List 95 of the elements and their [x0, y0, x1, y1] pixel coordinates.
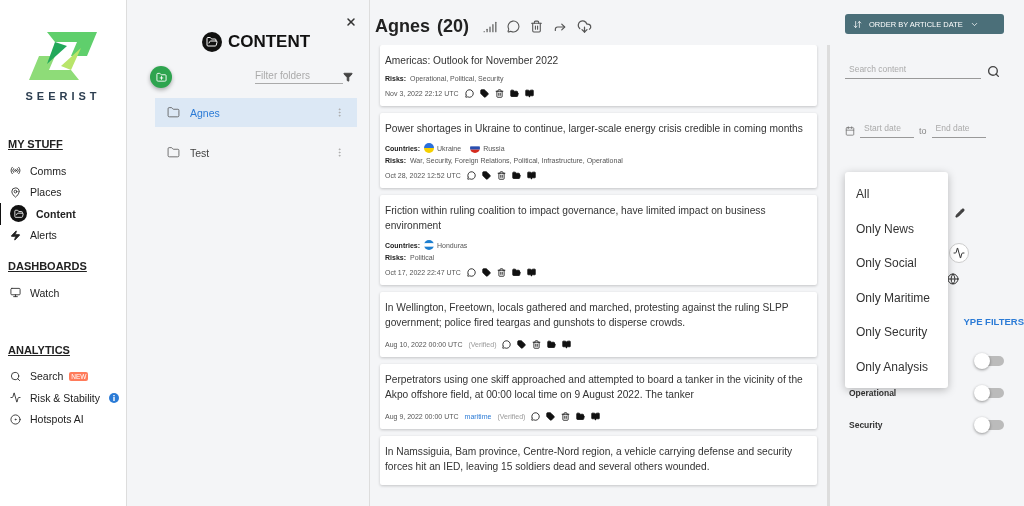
section-title: MY STUFF [8, 138, 64, 150]
wave-icon [10, 392, 21, 404]
toggle-label: Operational [849, 388, 897, 398]
folder-icon [10, 205, 27, 223]
monitor-icon [10, 287, 21, 299]
book-icon[interactable] [526, 268, 536, 277]
signal-icon[interactable] [483, 19, 498, 34]
toggle-switch[interactable] [976, 388, 1004, 398]
brand-name: SEERIST [25, 90, 101, 102]
article-count: (20) [437, 16, 470, 37]
nav-item[interactable]: Content [0, 203, 126, 225]
folder-icon[interactable] [547, 340, 557, 349]
folder-icon [167, 106, 180, 119]
folder-item[interactable]: Test [155, 138, 357, 167]
pencil-icon[interactable] [955, 208, 965, 218]
trash-icon[interactable] [496, 268, 506, 277]
menu-item[interactable]: Only News [845, 211, 948, 246]
tag-icon[interactable] [517, 340, 527, 349]
folder-plus-icon [155, 71, 167, 83]
sort-icon [853, 19, 862, 29]
flag-icon [424, 240, 434, 250]
folder-item[interactable]: Agnes [155, 98, 357, 127]
filter-field[interactable]: Filter folders [255, 70, 343, 84]
range-separator: to [919, 125, 927, 136]
book-icon[interactable] [526, 171, 536, 180]
end-date-field[interactable]: End date [931, 123, 986, 138]
section-title: ANALYTICS [8, 343, 71, 356]
toggle-label: Security [849, 420, 883, 430]
section-title: DASHBOARDS [8, 260, 88, 272]
download-icon[interactable] [577, 19, 593, 34]
folder-icon [167, 146, 180, 159]
nav-item[interactable]: Comms [0, 160, 126, 182]
tag-icon[interactable] [479, 89, 489, 98]
article-card[interactable]: In Namssiguia, Bam province, Centre-Nord region, a vehicle carrying defense and security forces hit an IED, leaving 15 soldiers dead and several others wounded. [380, 436, 817, 485]
article-title: Power shortages in Ukraine to continue, larger-scale energy crisis credible in coming months [385, 122, 804, 136]
book-icon[interactable] [562, 340, 572, 349]
nav-item[interactable]: Alerts [0, 224, 126, 246]
folder-title: Agnes [375, 16, 430, 37]
article-title: Americas: Outlook for November 2022 [385, 54, 560, 68]
tag-icon[interactable] [546, 412, 556, 421]
nav-item[interactable]: Risk & Stability [0, 387, 126, 409]
trash-icon[interactable] [561, 412, 571, 421]
flag-icon [424, 143, 434, 153]
trash-icon[interactable] [496, 171, 506, 180]
article-card[interactable] [380, 113, 817, 188]
globe-icon[interactable] [947, 273, 959, 285]
trash-icon[interactable] [494, 89, 504, 98]
menu-item[interactable]: Only Social [845, 246, 948, 281]
menu-item[interactable]: Only Security [845, 315, 948, 350]
antenna-icon [10, 165, 21, 177]
article-title: In Wellington, Freetown, locals gathered and marched, protesting against the ruling SLPP government; police fired teargas and gunshots to disperse crowds. [385, 301, 790, 330]
menu-item[interactable]: All [845, 177, 948, 212]
article-card[interactable] [380, 364, 817, 429]
comment-icon[interactable] [464, 89, 474, 98]
tag-icon[interactable] [481, 171, 491, 180]
folder-icon[interactable] [509, 89, 519, 98]
pin-icon [10, 186, 21, 198]
article-title: In Namssiguia, Bam province, Centre-Nord region, a vehicle carrying defense and security forces hit an IED, leaving 15 soldiers dead and several others wounded. [385, 445, 794, 474]
book-icon[interactable] [591, 412, 601, 421]
add-folder-button[interactable] [150, 66, 172, 88]
folder-icon[interactable] [576, 412, 586, 421]
tag-icon[interactable] [481, 268, 491, 277]
menu-item[interactable]: Only Maritime [845, 280, 948, 315]
article-title: Friction within ruling coalition to impact governance, have limited impact on business environment [385, 204, 767, 233]
comment-icon[interactable] [531, 412, 541, 421]
nav-item[interactable]: Watch [0, 282, 126, 304]
nav-item[interactable]: Hotspots AI [0, 408, 126, 430]
folder-icon[interactable] [511, 268, 521, 277]
search-icon[interactable] [987, 65, 1000, 78]
trash-icon[interactable] [532, 340, 542, 349]
toggle-switch[interactable] [976, 420, 1004, 430]
target-icon [10, 413, 21, 425]
lightning-icon [10, 229, 21, 241]
comment-icon[interactable] [507, 20, 521, 33]
calendar-icon [845, 125, 855, 136]
toggle-switch[interactable] [976, 356, 1004, 366]
comment-icon[interactable] [466, 268, 476, 277]
book-icon[interactable] [524, 89, 534, 98]
folder-icon[interactable] [511, 171, 521, 180]
flag-icon [470, 143, 481, 153]
nav-item[interactable]: Places [0, 181, 126, 203]
filter-heading: YPE FILTERS [963, 316, 1024, 327]
close-icon[interactable] [345, 16, 357, 28]
comment-icon[interactable] [466, 171, 476, 180]
start-date-field[interactable]: Start date [860, 123, 914, 138]
search-field[interactable]: Search content [845, 64, 981, 79]
wave-icon[interactable] [949, 243, 969, 263]
trash-icon[interactable] [530, 20, 544, 33]
panel-title: CONTENT [227, 32, 311, 52]
comment-icon[interactable] [502, 340, 512, 349]
article-title: Perpetrators using one skiff approached and attempted to board a tanker in the vicinity of the Akpo offshore field, at 00:00 local time on 9 August 2022. The tanker [385, 373, 804, 402]
search-icon [10, 370, 21, 382]
menu-item[interactable]: Only Analysis [845, 349, 948, 384]
filter-icon[interactable] [343, 72, 353, 82]
folder-icon [201, 32, 222, 52]
